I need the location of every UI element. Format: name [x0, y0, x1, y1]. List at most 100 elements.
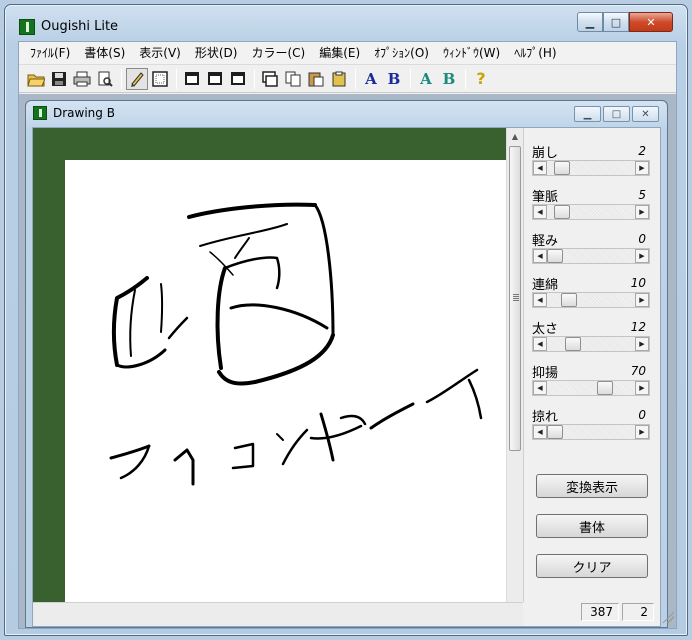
letter-a-icon[interactable]: A	[415, 68, 437, 90]
param-renmen: 連綿 10 ◀ ▶	[532, 274, 650, 308]
slider-left-icon[interactable]: ◀	[533, 205, 547, 219]
param-slider[interactable]: ◀ ▶	[532, 424, 650, 440]
menu-shape[interactable]: 形状(D)	[188, 42, 245, 64]
param-label: 軽み	[532, 233, 559, 249]
param-value: 0	[638, 408, 646, 422]
param-slider[interactable]: ◀ ▶	[532, 204, 650, 220]
typeface-button[interactable]: 書体	[536, 514, 648, 538]
grid-icon[interactable]	[149, 68, 171, 90]
menu-window[interactable]: ｳｨﾝﾄﾞｳ(W)	[436, 42, 507, 64]
slider-thumb[interactable]	[547, 425, 563, 439]
frame-icon[interactable]	[227, 68, 249, 90]
slider-thumb[interactable]	[554, 205, 570, 219]
pen-icon[interactable]	[126, 67, 148, 90]
slider-right-icon[interactable]: ▶	[635, 161, 649, 175]
slider-left-icon[interactable]: ◀	[533, 161, 547, 175]
param-slider[interactable]: ◀ ▶	[532, 248, 650, 264]
slider-thumb[interactable]	[554, 161, 570, 175]
param-futosa: 太さ 12 ◀ ▶	[532, 318, 650, 352]
window-title: Ougishi Lite	[41, 19, 119, 34]
child-minimize-button[interactable]: ▁	[574, 106, 601, 122]
param-kasure: 掠れ 0 ◀ ▶	[532, 406, 650, 440]
slider-left-icon[interactable]: ◀	[533, 249, 547, 263]
menu-options[interactable]: ｵﾌﾟｼｮﾝ(O)	[367, 42, 436, 64]
menu-file[interactable]: ﾌｧｲﾙ(F)	[23, 42, 77, 64]
toolbar-separator	[355, 68, 356, 89]
maximize-button[interactable]: □	[603, 12, 629, 32]
toolbar-separator	[176, 68, 177, 89]
slider-right-icon[interactable]: ▶	[635, 249, 649, 263]
copy-icon[interactable]	[282, 68, 304, 90]
param-value: 2	[638, 144, 646, 158]
param-value: 0	[638, 232, 646, 246]
help-icon[interactable]: ?	[470, 68, 492, 90]
drawing-title-bar[interactable]: Drawing B ▁ □ ✕	[26, 101, 667, 127]
document-icon	[33, 106, 47, 120]
title-bar[interactable]: Ougishi Lite ▁ □ ✕	[5, 5, 687, 41]
calligraphy-strokes	[109, 202, 483, 486]
param-slider[interactable]: ◀ ▶	[532, 292, 650, 308]
minimize-button[interactable]: ▁	[577, 12, 603, 32]
drawing-window: Drawing B ▁ □ ✕ ▲ 崩し 2 ◀ ▶ 筆脈 5 ◀ ▶ 軽み 0…	[25, 100, 668, 628]
close-button[interactable]: ✕	[629, 12, 673, 32]
child-close-button[interactable]: ✕	[632, 106, 659, 122]
child-maximize-button[interactable]: □	[603, 106, 630, 122]
status-page: 2	[622, 603, 654, 621]
convert-display-button[interactable]: 変換表示	[536, 474, 648, 498]
param-slider[interactable]: ◀ ▶	[532, 336, 650, 352]
slider-right-icon[interactable]: ▶	[635, 381, 649, 395]
param-label: 筆脈	[532, 189, 559, 205]
slider-right-icon[interactable]: ▶	[635, 205, 649, 219]
menu-help[interactable]: ﾍﾙﾌﾟ(H)	[507, 42, 563, 64]
menu-edit[interactable]: 編集(E)	[312, 42, 367, 64]
param-label: 太さ	[532, 321, 559, 337]
slider-left-icon[interactable]: ◀	[533, 425, 547, 439]
slider-thumb[interactable]	[561, 293, 577, 307]
toolbar-separator	[254, 68, 255, 89]
drawing-body: ▲ 崩し 2 ◀ ▶ 筆脈 5 ◀ ▶ 軽み 0 ◀ ▶ 連綿 10 ◀ ▶ 太…	[32, 127, 661, 627]
slider-left-icon[interactable]: ◀	[533, 293, 547, 307]
slider-right-icon[interactable]: ▶	[635, 293, 649, 307]
slider-left-icon[interactable]: ◀	[533, 337, 547, 351]
print-preview-icon[interactable]	[94, 68, 116, 90]
resize-grip-icon[interactable]	[662, 611, 674, 623]
window-icon[interactable]	[259, 68, 281, 90]
drawing-canvas[interactable]	[33, 128, 506, 602]
print-icon[interactable]	[71, 68, 93, 90]
save-icon[interactable]	[48, 68, 70, 90]
param-kuzushi: 崩し 2 ◀ ▶	[532, 142, 650, 176]
param-value: 70	[630, 364, 646, 378]
param-slider[interactable]: ◀ ▶	[532, 380, 650, 396]
letter-b-icon[interactable]: B	[383, 68, 405, 90]
slider-thumb[interactable]	[597, 381, 613, 395]
frame-icon[interactable]	[181, 68, 203, 90]
scroll-thumb[interactable]	[509, 146, 521, 451]
slider-right-icon[interactable]: ▶	[635, 337, 649, 351]
param-yokuyo: 抑揚 70 ◀ ▶	[532, 362, 650, 396]
frame-icon[interactable]	[204, 68, 226, 90]
slider-thumb[interactable]	[565, 337, 581, 351]
scroll-up-icon[interactable]: ▲	[507, 128, 523, 145]
slider-left-icon[interactable]: ◀	[533, 381, 547, 395]
status-count: 387	[581, 603, 619, 621]
slider-right-icon[interactable]: ▶	[635, 425, 649, 439]
mdi-workspace: Drawing B ▁ □ ✕ ▲ 崩し 2 ◀ ▶ 筆脈 5 ◀ ▶ 軽み 0…	[19, 94, 676, 628]
open-folder-icon[interactable]	[25, 68, 47, 90]
letter-a-icon[interactable]: A	[360, 68, 382, 90]
menu-color[interactable]: カラー(C)	[244, 42, 312, 64]
drawing-title: Drawing B	[53, 106, 115, 120]
clear-button[interactable]: クリア	[536, 554, 648, 578]
paper-sheet[interactable]	[65, 160, 506, 602]
param-slider[interactable]: ◀ ▶	[532, 160, 650, 176]
letter-b-icon[interactable]: B	[438, 68, 460, 90]
menu-view[interactable]: 表示(V)	[132, 42, 188, 64]
toolbar-separator	[121, 68, 122, 89]
paste-icon[interactable]	[305, 68, 327, 90]
param-label: 崩し	[532, 145, 559, 161]
toolbar-separator	[465, 68, 466, 89]
slider-thumb[interactable]	[547, 249, 563, 263]
vertical-scrollbar[interactable]: ▲	[506, 128, 523, 602]
client-area: ﾌｧｲﾙ(F) 書体(S) 表示(V) 形状(D) カラー(C) 編集(E) ｵ…	[18, 41, 677, 629]
menu-typeface[interactable]: 書体(S)	[77, 42, 132, 64]
clipboard-icon[interactable]	[328, 68, 350, 90]
